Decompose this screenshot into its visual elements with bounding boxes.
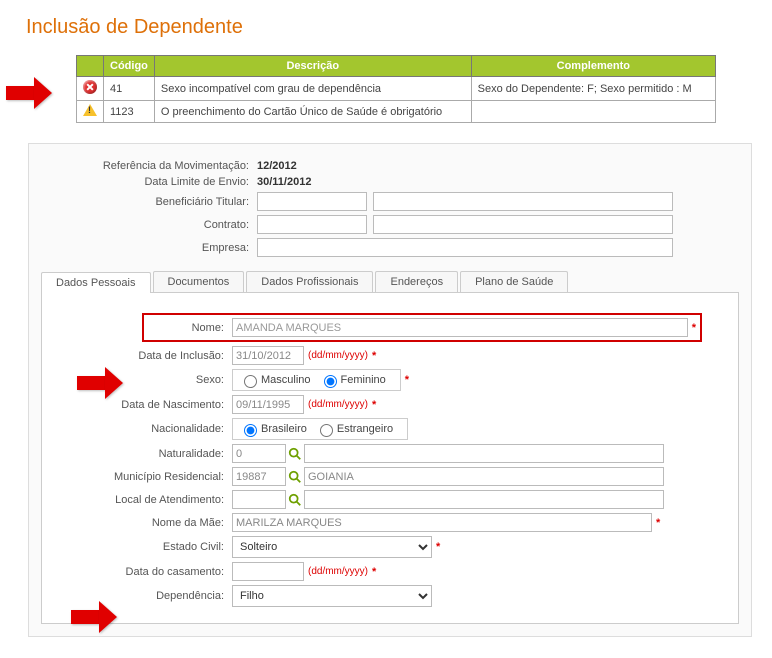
- tab-plano-de-saude[interactable]: Plano de Saúde: [460, 271, 568, 292]
- nascimento-input[interactable]: [232, 395, 304, 414]
- table-row: 1123 O preenchimento do Cartão Único de …: [77, 101, 716, 123]
- sexo-feminino-label: Feminino: [341, 374, 386, 386]
- errors-th-code: Código: [104, 56, 155, 77]
- table-row: 41 Sexo incompatível com grau de dependê…: [77, 77, 716, 101]
- municipio-label: Município Residencial:: [56, 471, 232, 483]
- local-atend-label: Local de Atendimento:: [56, 494, 232, 506]
- nascimento-label: Data de Nascimento:: [56, 399, 232, 411]
- naturalidade-name-input[interactable]: [304, 444, 664, 463]
- titular-code-input[interactable]: [257, 192, 367, 211]
- error-icon: [83, 80, 97, 94]
- sexo-masculino-radio[interactable]: [244, 375, 257, 388]
- nacionalidade-label: Nacionalidade:: [56, 423, 232, 435]
- error-code: 41: [104, 77, 155, 101]
- search-icon[interactable]: [286, 491, 304, 509]
- tab-dados-pessoais[interactable]: Dados Pessoais: [41, 272, 151, 293]
- ref-value: 12/2012: [257, 160, 297, 172]
- nome-input[interactable]: [232, 318, 688, 337]
- contrato-code-input[interactable]: [257, 215, 367, 234]
- sexo-feminino-radio[interactable]: [324, 375, 337, 388]
- municipio-code-input[interactable]: [232, 467, 286, 486]
- sexo-masculino-label: Masculino: [261, 374, 311, 386]
- empresa-label: Empresa:: [67, 242, 257, 254]
- casamento-input[interactable]: [232, 562, 304, 581]
- error-desc: Sexo incompatível com grau de dependênci…: [154, 77, 471, 101]
- search-icon[interactable]: [286, 445, 304, 463]
- required-mark: *: [372, 350, 376, 362]
- errors-th-comp: Complemento: [471, 56, 715, 77]
- required-mark: *: [656, 517, 660, 529]
- limit-value: 30/11/2012: [257, 176, 311, 188]
- titular-name-input[interactable]: [373, 192, 673, 211]
- error-desc: O preenchimento do Cartão Único de Saúde…: [154, 101, 471, 123]
- estado-civil-select[interactable]: Solteiro: [232, 536, 432, 558]
- nac-estrangeiro-radio[interactable]: [320, 424, 333, 437]
- contrato-name-input[interactable]: [373, 215, 673, 234]
- municipio-name-input[interactable]: [304, 467, 664, 486]
- empresa-input[interactable]: [257, 238, 673, 257]
- tab-bar: Dados Pessoais Documentos Dados Profissi…: [41, 271, 739, 292]
- dependencia-label: Dependência:: [56, 590, 232, 602]
- estado-civil-label: Estado Civil:: [56, 541, 232, 553]
- warning-icon: [83, 104, 97, 116]
- titular-label: Beneficiário Titular:: [67, 196, 257, 208]
- error-code: 1123: [104, 101, 155, 123]
- required-mark: *: [436, 541, 440, 553]
- mae-label: Nome da Mãe:: [56, 517, 232, 529]
- required-mark: *: [372, 566, 376, 578]
- local-atend-code-input[interactable]: [232, 490, 286, 509]
- ref-label: Referência da Movimentação:: [67, 160, 257, 172]
- tab-dados-profissionais[interactable]: Dados Profissionais: [246, 271, 373, 292]
- required-mark: *: [372, 399, 376, 411]
- errors-th-desc: Descrição: [154, 56, 471, 77]
- limit-label: Data Limite de Envio:: [67, 176, 257, 188]
- dependencia-select[interactable]: Filho: [232, 585, 432, 607]
- casamento-label: Data do casamento:: [56, 566, 232, 578]
- required-mark: *: [692, 322, 696, 334]
- nome-label: Nome:: [148, 322, 232, 334]
- naturalidade-label: Naturalidade:: [56, 448, 232, 460]
- error-comp: Sexo do Dependente: F; Sexo permitido : …: [471, 77, 715, 101]
- nac-estrangeiro-label: Estrangeiro: [337, 423, 393, 435]
- inclusao-label: Data de Inclusão:: [56, 350, 232, 362]
- date-hint: (dd/mm/yyyy): [308, 399, 368, 410]
- nome-highlight: Nome: *: [142, 313, 702, 342]
- form-panel: Referência da Movimentação: 12/2012 Data…: [28, 143, 752, 637]
- search-icon[interactable]: [286, 468, 304, 486]
- inclusao-input[interactable]: [232, 346, 304, 365]
- mae-input[interactable]: [232, 513, 652, 532]
- date-hint: (dd/mm/yyyy): [308, 350, 368, 361]
- errors-th-icon: [77, 56, 104, 77]
- error-comp: [471, 101, 715, 123]
- date-hint: (dd/mm/yyyy): [308, 566, 368, 577]
- tab-enderecos[interactable]: Endereços: [375, 271, 458, 292]
- contrato-label: Contrato:: [67, 219, 257, 231]
- required-mark: *: [405, 374, 409, 386]
- naturalidade-code-input[interactable]: [232, 444, 286, 463]
- nac-brasileiro-radio[interactable]: [244, 424, 257, 437]
- nac-brasileiro-label: Brasileiro: [261, 423, 307, 435]
- tab-documentos[interactable]: Documentos: [153, 271, 245, 292]
- page-title: Inclusão de Dependente: [26, 16, 754, 39]
- local-atend-name-input[interactable]: [304, 490, 664, 509]
- errors-table: Código Descrição Complemento 41 Sexo inc…: [76, 55, 716, 123]
- tab-body: Nome: * Data de Inclusão: (dd/mm/yyyy) *…: [41, 292, 739, 624]
